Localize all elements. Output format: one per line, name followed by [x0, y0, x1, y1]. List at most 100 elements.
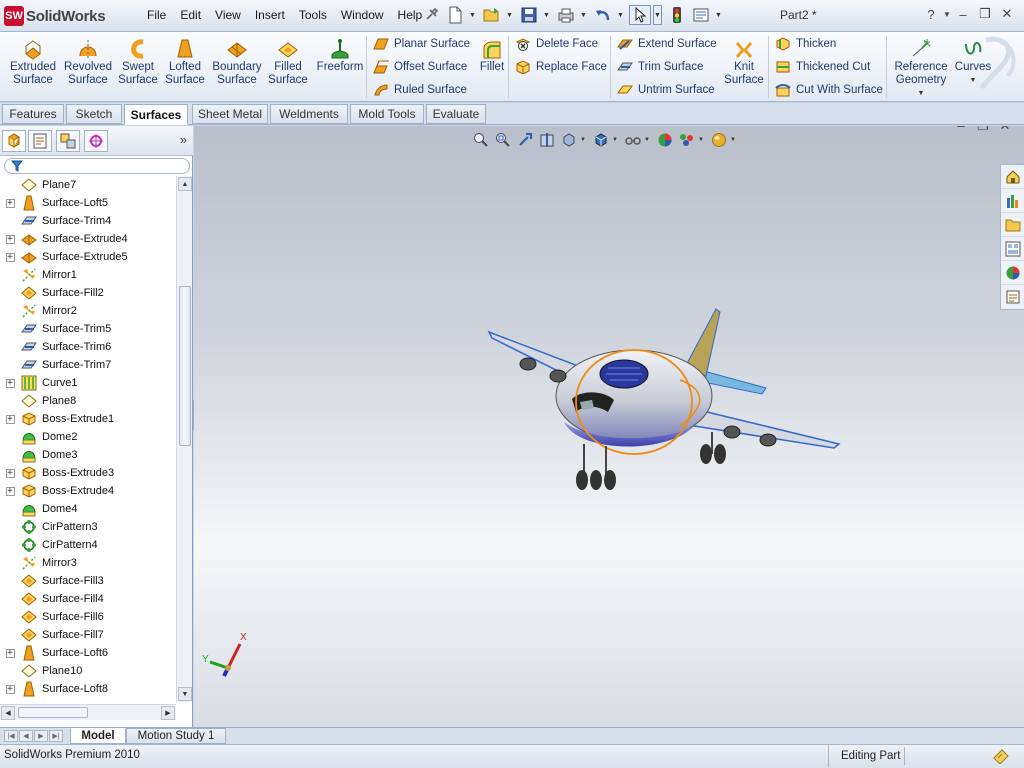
- revolved-surface-button[interactable]: Revolved Surface: [62, 36, 114, 87]
- tab-evaluate[interactable]: Evaluate: [426, 104, 486, 124]
- vertical-scroll-thumb[interactable]: [179, 286, 191, 446]
- tree-item-cirpattern4[interactable]: CirPattern4: [0, 536, 176, 554]
- tree-item-dome2[interactable]: Dome2: [0, 428, 176, 446]
- tab-motion-study-1[interactable]: Motion Study 1: [126, 728, 226, 744]
- tab-weldments[interactable]: Weldments: [270, 104, 348, 124]
- restore-button[interactable]: ❐: [974, 6, 996, 22]
- tree-item-mirror1[interactable]: Mirror1: [0, 266, 176, 284]
- open-dropdown-arrow[interactable]: ▼: [505, 5, 514, 25]
- file-explorer-icon[interactable]: [1001, 213, 1024, 237]
- tree-item-surface-trim5[interactable]: Surface-Trim5: [0, 320, 176, 338]
- tree-item-surface-fill7[interactable]: Surface-Fill7: [0, 626, 176, 644]
- zoom-to-fit-icon[interactable]: [470, 130, 492, 150]
- feature-manager-tab[interactable]: [2, 130, 26, 152]
- tab-features[interactable]: Features: [2, 104, 64, 124]
- undo-dropdown-arrow[interactable]: ▼: [616, 5, 625, 25]
- planar-surface-button[interactable]: Planar Surface: [372, 36, 470, 52]
- tab-sketch[interactable]: Sketch: [66, 104, 122, 124]
- select-arrow-icon[interactable]: [629, 5, 651, 25]
- print-dropdown-arrow[interactable]: ▼: [579, 5, 588, 25]
- menu-edit[interactable]: Edit: [173, 7, 208, 23]
- rebuild-traffic-light-icon[interactable]: [666, 5, 688, 25]
- view-palette-icon[interactable]: [1001, 237, 1024, 261]
- new-dropdown-arrow[interactable]: ▼: [468, 5, 477, 25]
- extend-surface-button[interactable]: Extend Surface: [616, 36, 717, 52]
- expand-plus-icon[interactable]: +: [4, 248, 16, 266]
- offset-surface-button[interactable]: Offset Surface: [372, 59, 467, 75]
- save-dropdown-arrow[interactable]: ▼: [542, 5, 551, 25]
- print-icon[interactable]: [555, 5, 577, 25]
- menu-insert[interactable]: Insert: [248, 7, 292, 23]
- expand-plus-icon[interactable]: +: [4, 680, 16, 698]
- tree-item-mirror3[interactable]: Mirror3: [0, 554, 176, 572]
- pin-icon[interactable]: [420, 5, 442, 25]
- tree-item-cirpattern3[interactable]: CirPattern3: [0, 518, 176, 536]
- expand-plus-icon[interactable]: +: [4, 374, 16, 392]
- tree-item-plane10[interactable]: Plane10: [0, 662, 176, 680]
- doc-close-button[interactable]: ✕: [994, 126, 1016, 134]
- tree-item-surface-fill4[interactable]: Surface-Fill4: [0, 590, 176, 608]
- tree-item-surface-loft8[interactable]: + Surface-Loft8: [0, 680, 176, 698]
- cut-with-surface-button[interactable]: Cut With Surface: [774, 82, 883, 98]
- tree-horizontal-scrollbar[interactable]: ◀ ▶: [0, 704, 176, 720]
- tab-surfaces[interactable]: Surfaces: [124, 104, 188, 125]
- hide-show-items-icon[interactable]: [622, 130, 644, 150]
- tree-item-surface-trim7[interactable]: Surface-Trim7: [0, 356, 176, 374]
- filled-surface-button[interactable]: Filled Surface: [266, 36, 310, 87]
- previous-view-icon[interactable]: [514, 130, 536, 150]
- reference-geometry-button[interactable]: Reference Geometry ▼: [892, 36, 950, 100]
- view-orientation-icon[interactable]: [558, 130, 580, 150]
- first-tab-icon[interactable]: |◀: [4, 730, 18, 742]
- menu-window[interactable]: Window: [334, 7, 391, 23]
- edit-appearance-icon[interactable]: [654, 130, 676, 150]
- scroll-left-icon[interactable]: ◀: [1, 706, 15, 720]
- help-icon[interactable]: ?: [920, 7, 942, 22]
- tab-sheet-metal[interactable]: Sheet Metal: [192, 104, 268, 124]
- airplane-3d-model[interactable]: [484, 304, 854, 504]
- knit-surface-button[interactable]: Knit Surface: [722, 36, 766, 87]
- tree-item-surface-fill2[interactable]: Surface-Fill2: [0, 284, 176, 302]
- scroll-right-icon[interactable]: ▶: [161, 706, 175, 720]
- lofted-surface-button[interactable]: Lofted Surface: [162, 36, 208, 87]
- boundary-surface-button[interactable]: Boundary Surface: [210, 36, 264, 87]
- tree-vertical-scrollbar[interactable]: ▲ ▼: [176, 176, 192, 702]
- dimxpert-manager-tab[interactable]: [84, 130, 108, 152]
- tree-item-boss-extrude1[interactable]: + Boss-Extrude1: [0, 410, 176, 428]
- swept-surface-button[interactable]: Swept Surface: [116, 36, 160, 87]
- view-settings-icon[interactable]: [708, 130, 730, 150]
- expand-plus-icon[interactable]: +: [4, 194, 16, 212]
- quick-tips-icon[interactable]: [992, 748, 1010, 764]
- thicken-button[interactable]: Thicken: [774, 36, 836, 52]
- graphics-area[interactable]: ▼ ▼ ▼ ▼ ▼ – ❐ ✕: [194, 126, 1024, 727]
- tab-mold-tools[interactable]: Mold Tools: [350, 104, 424, 124]
- tree-item-surface-extrude4[interactable]: + Surface-Extrude4: [0, 230, 176, 248]
- next-tab-icon[interactable]: ▶: [34, 730, 48, 742]
- scroll-up-icon[interactable]: ▲: [178, 177, 192, 191]
- expand-plus-icon[interactable]: +: [4, 464, 16, 482]
- view-settings-dropdown-icon[interactable]: ▼: [730, 137, 738, 143]
- menu-file[interactable]: File: [140, 7, 173, 23]
- tree-item-dome3[interactable]: Dome3: [0, 446, 176, 464]
- custom-properties-icon[interactable]: [1001, 285, 1024, 309]
- view-orientation-dropdown-icon[interactable]: ▼: [580, 137, 588, 143]
- fillet-button[interactable]: Fillet: [478, 36, 506, 74]
- solidworks-resources-icon[interactable]: [1001, 165, 1024, 189]
- doc-minimize-button[interactable]: –: [950, 126, 972, 134]
- open-folder-icon[interactable]: [481, 5, 503, 25]
- select-dropdown-arrow[interactable]: ▼: [653, 5, 662, 25]
- help-dropdown-icon[interactable]: ▼: [942, 10, 952, 19]
- app-logo[interactable]: SW SolidWorks: [4, 5, 106, 27]
- configuration-manager-tab[interactable]: [56, 130, 80, 152]
- tree-item-dome4[interactable]: Dome4: [0, 500, 176, 518]
- save-icon[interactable]: [518, 5, 540, 25]
- property-manager-tab[interactable]: [28, 130, 52, 152]
- thickened-cut-button[interactable]: Thickened Cut: [774, 59, 870, 75]
- feature-filter-input[interactable]: [4, 158, 190, 174]
- delete-face-button[interactable]: Delete Face: [514, 36, 598, 52]
- tree-item-surface-extrude5[interactable]: + Surface-Extrude5: [0, 248, 176, 266]
- untrim-surface-button[interactable]: Untrim Surface: [616, 82, 715, 98]
- display-style-dropdown-icon[interactable]: ▼: [612, 137, 620, 143]
- menu-view[interactable]: View: [208, 7, 248, 23]
- doc-restore-button[interactable]: ❐: [972, 126, 994, 134]
- expand-plus-icon[interactable]: +: [4, 230, 16, 248]
